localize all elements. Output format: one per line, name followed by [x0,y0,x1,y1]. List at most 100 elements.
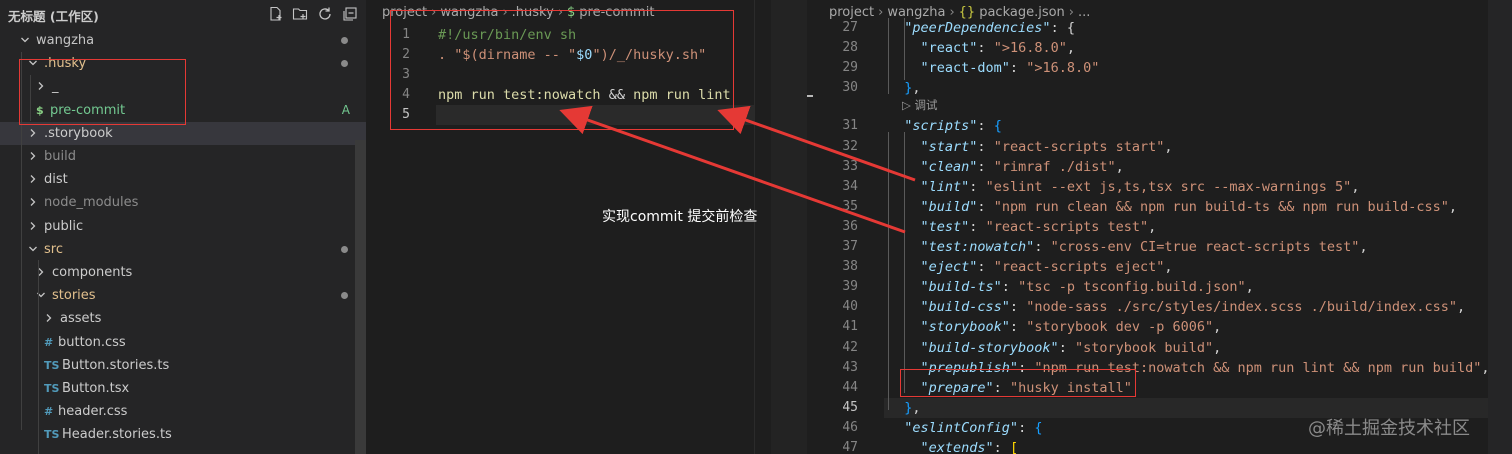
chevron-right-icon: › [431,5,437,20]
tree-folder[interactable]: build [0,145,366,168]
tree-folder[interactable]: dist [0,168,366,191]
refresh-icon[interactable] [317,6,333,22]
tree-folder[interactable]: components [0,261,366,284]
code-token: ">16.8.0" [1026,60,1100,77]
indent-guide [888,18,889,94]
code-line[interactable]: }, [888,398,920,418]
tree-file[interactable]: TS Button.tsx [0,377,366,400]
code-token: , [1456,299,1466,316]
line-number: 32 [842,138,858,154]
indent-guide [21,52,22,430]
code-token: "prepare" [920,379,994,396]
editor-scrollbar[interactable] [1488,0,1512,454]
watermark: @稀土掘金技术社区 [1308,418,1470,439]
code-token: , [1359,239,1368,255]
code-line[interactable]: "build-ts": "tsc -p tsconfig.build.json"… [888,277,1254,297]
breadcrumb-item[interactable]: wangzha [440,5,498,20]
line-number: 38 [842,259,858,275]
codelens-label: 调试 [914,98,938,112]
modified-dot-icon [341,60,348,68]
code-line[interactable]: #!/usr/bin/env sh [438,25,576,45]
chevron-right-icon[interactable] [28,122,40,145]
explorer-panel: 无标题 (工作区) wangzha .husky _ $ pre-commit A .sto… [0,0,366,454]
indent-guide [38,260,39,454]
editor-package-json[interactable]: project › wangzha ›{} package.json ›... 27 "p… [814,0,1488,454]
chevron-right-icon[interactable] [44,307,56,330]
code-line[interactable]: "test:nowatch": "cross-env CI=true react… [888,237,1368,257]
code-token: : [977,40,994,57]
breadcrumb-item[interactable]: $ [567,5,575,20]
code-line[interactable]: "react-dom": ">16.8.0" [888,58,1100,78]
breadcrumb-item[interactable]: ... [1078,5,1090,20]
code-line[interactable]: "build-css": "node-sass ./src/styles/ind… [888,297,1466,317]
tree-folder[interactable]: stories [0,284,366,307]
code-line[interactable]: npm run test:nowatch && npm run lint [438,85,731,105]
code-line[interactable]: "build": "npm run clean && npm run build… [888,197,1457,217]
code-token: "peerDependencies" [904,20,1051,36]
code-token: "eslint --ext js,ts,tsx src --max-warnin… [985,178,1352,195]
tree-folder[interactable]: wangzha [0,29,366,52]
tree-file[interactable]: $ pre-commit A [0,99,366,122]
code-line[interactable]: . "$(dirname -- "$0")/_/husky.sh" [438,45,706,65]
tree-folder[interactable]: .storybook [0,121,366,145]
code-line[interactable]: "eject": "react-scripts eject", [888,257,1173,277]
code-token: , [1213,339,1222,356]
tree-item-label: dist [44,172,68,188]
chevron-down-icon[interactable] [28,52,40,75]
collapse-all-icon[interactable] [342,6,358,22]
code-line[interactable]: "start": "react-scripts start", [888,137,1173,157]
tree-folder[interactable]: src [0,238,366,261]
tree-folder[interactable]: public [0,215,366,238]
code-token: "react-dom" [920,60,1010,77]
code-line[interactable]: "scripts": { [888,116,1002,136]
chevron-down-icon[interactable] [20,29,32,52]
editor-pre-commit[interactable]: project › wangzha › .husky › $ pre-commit 1 #!/u… [366,0,754,454]
tree-folder[interactable]: _ [0,75,366,98]
chevron-down-icon[interactable] [28,238,40,261]
code-line[interactable]: "eslintConfig": { [888,418,1042,438]
tree-folder[interactable]: assets [0,307,366,330]
css-file-icon: # [44,335,54,349]
code-token: "lint" [920,178,970,195]
debug-codelens[interactable]: ▷ 调试 [902,97,938,113]
code-line[interactable]: }, [888,78,920,98]
tree-file[interactable]: # button.css [0,331,366,354]
code-line[interactable]: "prepare": "husky install" [888,378,1132,398]
chevron-right-icon[interactable] [28,145,40,168]
code-line[interactable]: "react": ">16.8.0", [888,38,1075,58]
chevron-right-icon[interactable] [36,75,48,98]
tree-folder[interactable]: .husky [0,52,366,75]
line-number: 29 [842,60,858,76]
code-line[interactable]: "storybook": "storybook dev -p 6006", [888,317,1222,337]
chevron-right-icon[interactable] [28,215,40,238]
tree-folder[interactable]: node_modules [0,191,366,214]
breadcrumb-item[interactable]: pre-commit [579,5,654,20]
code-token: "test" [920,218,970,235]
code-line[interactable]: "build-storybook": "storybook build", [888,338,1222,358]
workspace-title: 无标题 (工作区) [8,9,99,24]
new-file-icon[interactable] [268,6,284,22]
tree-file[interactable]: TS Button.stories.ts [0,354,366,377]
chevron-right-icon[interactable] [28,191,40,214]
code-token: : [993,440,1010,454]
code-token: "test:nowatch" [920,239,1035,255]
tree-item-label: public [44,218,84,234]
code-line[interactable]: "lint": "eslint --ext js,ts,tsx src --ma… [888,177,1360,197]
breadcrumb-item[interactable]: project [382,5,427,20]
tree-item-label: header.css [58,404,128,420]
code-line[interactable]: "prepublish": "npm run test:nowatch && n… [888,358,1488,378]
minimap[interactable] [754,0,815,454]
code-line[interactable]: "clean": "rimraf ./dist", [888,157,1124,177]
code-token: : [977,198,994,215]
explorer-scrollbar[interactable] [355,140,366,454]
new-folder-icon[interactable] [292,6,308,22]
modified-dot-icon [341,37,348,44]
code-line[interactable]: "test": "react-scripts test", [888,217,1157,237]
breadcrumb-item[interactable]: .husky [512,5,554,20]
tree-file[interactable]: TS Header.stories.ts [0,423,366,446]
chevron-right-icon[interactable] [28,168,40,191]
tree-file[interactable]: # header.css [0,400,366,423]
code-line[interactable]: "peerDependencies": { [888,18,1075,38]
code-line[interactable]: "extends": [ [888,438,1019,454]
git-status-badge: A [341,102,350,117]
